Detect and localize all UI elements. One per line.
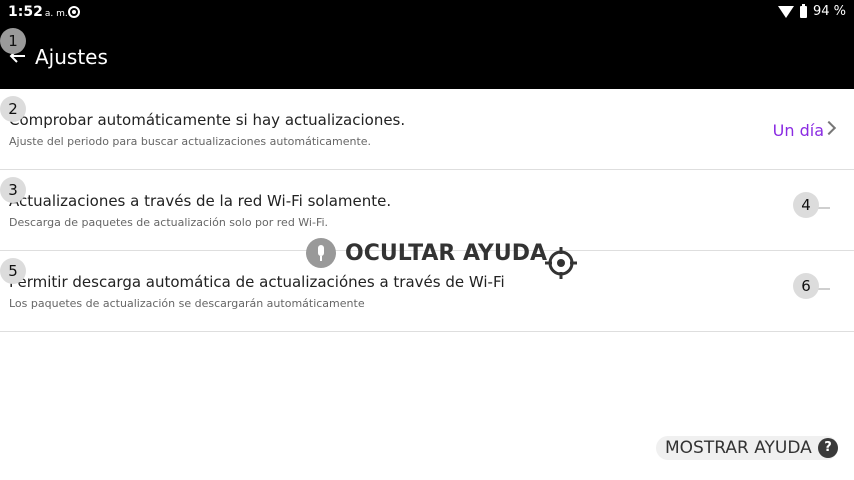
status-right: 94 % [777,3,846,19]
setting-title: Actualizaciones a través de la red Wi-Fi… [9,192,392,210]
hide-help-control[interactable]: OCULTAR AYUDA [306,238,547,268]
microphone-icon[interactable] [306,238,336,268]
setting-row-auto-check[interactable]: Comprobar automáticamente si hay actuali… [0,89,854,170]
ampm-text: a. m. [44,9,68,19]
setting-value[interactable]: Un día [773,121,824,140]
help-badge-4: 4 [793,192,819,218]
show-help-button[interactable]: MOSTRAR AYUDA ? [656,436,838,460]
status-bar: 1:52 a. m. 94 % [0,0,854,26]
crosshair-target-icon[interactable] [545,247,577,279]
show-help-label: MOSTRAR AYUDA [665,438,812,458]
notification-icon [68,6,80,18]
help-badge-1: 1 [0,28,26,54]
help-badge-3: 3 [0,177,26,203]
setting-subtitle: Los paquetes de actualización se descarg… [9,297,365,310]
question-mark-icon: ? [818,438,838,458]
chevron-right-icon [821,120,837,136]
app-bar: Ajustes [0,26,854,89]
help-badge-5: 5 [0,258,26,284]
setting-subtitle: Descarga de paquetes de actualización so… [9,216,329,229]
hide-help-label[interactable]: OCULTAR AYUDA [345,241,547,266]
help-badge-6: 6 [793,273,819,299]
battery-icon [799,3,807,18]
status-time: 1:52 a. m. [8,4,68,20]
setting-title: Comprobar automáticamente si hay actuali… [9,111,406,129]
setting-subtitle: Ajuste del periodo para buscar actualiza… [9,135,372,148]
time-text: 1:52 [8,4,43,20]
help-badge-2: 2 [0,96,26,122]
setting-title: Permitir descarga automática de actualiz… [9,273,505,291]
page-title: Ajustes [35,45,108,69]
wifi-icon [777,5,794,18]
battery-percent: 94 % [812,4,846,19]
